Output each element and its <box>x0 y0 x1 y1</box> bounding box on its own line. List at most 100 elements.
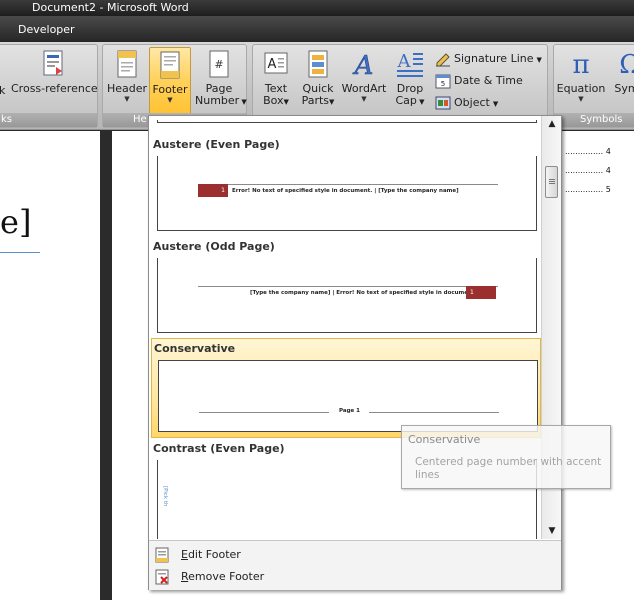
equation-icon: π <box>572 50 589 79</box>
table-of-contents: ............... 4 ............... 4 ....… <box>565 131 634 600</box>
bookmark-button[interactable]: k <box>0 85 5 97</box>
svg-text:A: A <box>268 57 277 72</box>
drop-cap-button[interactable]: A Drop Cap ▼ <box>391 49 429 108</box>
equation-label: Equation <box>556 82 606 95</box>
edit-footer-label-rest: dit Footer <box>187 548 241 561</box>
page-number-box: 1 <box>198 184 228 197</box>
date-time-icon: 5 <box>435 74 451 89</box>
title-bar: Document2 - Microsoft Word <box>0 0 634 16</box>
accent-line-left <box>199 412 329 413</box>
edit-footer-icon <box>155 547 169 563</box>
wordart-label: WordArt <box>341 82 387 95</box>
remove-footer-label-rest: emove Footer <box>188 570 265 583</box>
equation-dropdown-icon: ▼ <box>578 95 584 103</box>
signature-line-button[interactable]: Signature Line ▼ <box>435 49 542 69</box>
cross-reference-icon <box>43 50 63 76</box>
accent-line <box>198 184 498 185</box>
cross-reference-button[interactable]: Cross-reference <box>11 49 98 95</box>
drop-cap-icon: A <box>397 51 423 77</box>
links-group: k Cross-reference ks <box>0 44 98 128</box>
ribbon-tab-row: Developer <box>0 16 634 42</box>
footer-icon <box>160 51 180 79</box>
signature-line-label: Signature Line <box>454 52 534 65</box>
footer-preview-text: Error! No text of specified style in doc… <box>232 188 459 194</box>
footer-label: Footer <box>152 83 188 96</box>
svg-text:π: π <box>572 50 589 79</box>
accent-line <box>198 286 498 287</box>
tooltip-body: Centered page number with accent lines <box>415 456 602 481</box>
header-icon <box>117 50 137 78</box>
footer-preview-vertical-text: [Pick th <box>162 486 168 507</box>
scroll-down-icon[interactable]: ▼ <box>542 523 562 539</box>
gallery-item-title: Austere (Even Page) <box>153 138 280 151</box>
tooltip: Conservative Centered page number with a… <box>401 425 611 489</box>
page-number-box: 1 <box>466 286 496 299</box>
tab-developer[interactable]: Developer <box>8 23 85 36</box>
edit-footer-label-first: E <box>181 548 188 561</box>
signature-line-icon <box>436 53 450 67</box>
window-title: Document2 - Microsoft Word <box>32 1 189 14</box>
toc-line-2: ............... 4 <box>565 166 611 175</box>
object-icon <box>435 96 451 110</box>
remove-footer-item[interactable]: Remove Footer <box>155 566 264 588</box>
svg-text:Ω: Ω <box>619 50 634 79</box>
edit-footer-item[interactable]: Edit Footer <box>155 544 241 566</box>
wordart-icon: A <box>352 51 374 79</box>
footer-preview-text: [Type the company name] | Error! No text… <box>250 290 477 296</box>
scroll-thumb[interactable] <box>545 166 558 198</box>
symbols-group: π Equation ▼ Ω Symb Symbols <box>553 44 634 128</box>
quick-parts-label-2: Parts <box>301 94 330 107</box>
object-label: Object <box>454 96 490 109</box>
bookmark-button-label: k <box>0 84 6 97</box>
svg-text:A: A <box>397 51 412 72</box>
wordart-button[interactable]: A WordArt ▼ <box>341 49 387 104</box>
tooltip-title: Conservative <box>408 433 481 446</box>
date-time-button[interactable]: 5 Date & Time <box>435 71 523 91</box>
gallery-menu: Edit Footer Remove Footer <box>149 540 561 590</box>
quick-parts-dropdown-icon: ▼ <box>329 98 335 106</box>
page-number-icon: # <box>209 50 229 78</box>
header-button[interactable]: Header ▼ <box>107 49 147 104</box>
gallery-item-title: Austere (Odd Page) <box>153 240 275 253</box>
gallery-item-conservative[interactable]: Conservative Page 1 <box>151 338 541 438</box>
wordart-dropdown-icon: ▼ <box>361 95 367 103</box>
svg-text:A: A <box>353 51 374 79</box>
footer-button[interactable]: Footer ▼ <box>149 47 191 115</box>
footer-preview-text: Page 1 <box>339 408 361 414</box>
toc-line-3: ............... 5 <box>565 185 611 194</box>
text-box-icon: A <box>264 52 288 74</box>
drop-cap-dropdown-icon: ▼ <box>416 98 425 106</box>
symbol-button[interactable]: Ω Symb <box>610 49 634 95</box>
gallery-prev-item-bottom <box>157 120 537 123</box>
document-underline <box>0 252 40 253</box>
drop-cap-label-2: Cap <box>395 94 417 107</box>
gallery-item-title: Contrast (Even Page) <box>153 442 285 455</box>
symbol-label: Symb <box>614 82 634 95</box>
object-dropdown-icon: ▼ <box>492 100 499 108</box>
document-text: e] <box>0 203 32 241</box>
symbols-group-label: Symbols <box>554 113 634 127</box>
scroll-up-icon[interactable]: ▲ <box>542 116 562 132</box>
cross-reference-label: Cross-reference <box>11 82 98 95</box>
remove-footer-icon <box>155 569 169 585</box>
gallery-item-austere-even[interactable]: 1 Error! No text of specified style in d… <box>157 156 537 231</box>
document-page[interactable]: e] <box>0 131 100 600</box>
gallery-item-austere-odd[interactable]: [Type the company name] | Error! No text… <box>157 258 537 333</box>
quick-parts-icon <box>308 50 328 78</box>
page-number-button[interactable]: # Page Number ▼ <box>195 49 247 108</box>
links-group-label: ks <box>0 113 97 127</box>
symbol-icon: Ω <box>619 50 634 79</box>
equation-button[interactable]: π Equation ▼ <box>556 49 606 104</box>
footer-dropdown-icon: ▼ <box>167 96 173 104</box>
text-box-button[interactable]: A Text Box▼ <box>257 49 295 108</box>
svg-text:#: # <box>214 58 223 71</box>
gallery-item-title: Conservative <box>154 342 236 355</box>
footer-preview: Page 1 <box>158 360 538 432</box>
object-button[interactable]: Object ▼ <box>435 93 498 113</box>
accent-line-right <box>369 412 499 413</box>
page-number-label-2: Number <box>195 94 240 107</box>
header-label: Header <box>107 82 148 95</box>
svg-text:5: 5 <box>441 80 445 88</box>
quick-parts-button[interactable]: Quick Parts▼ <box>299 49 337 108</box>
text-box-label-2: Box <box>263 94 284 107</box>
